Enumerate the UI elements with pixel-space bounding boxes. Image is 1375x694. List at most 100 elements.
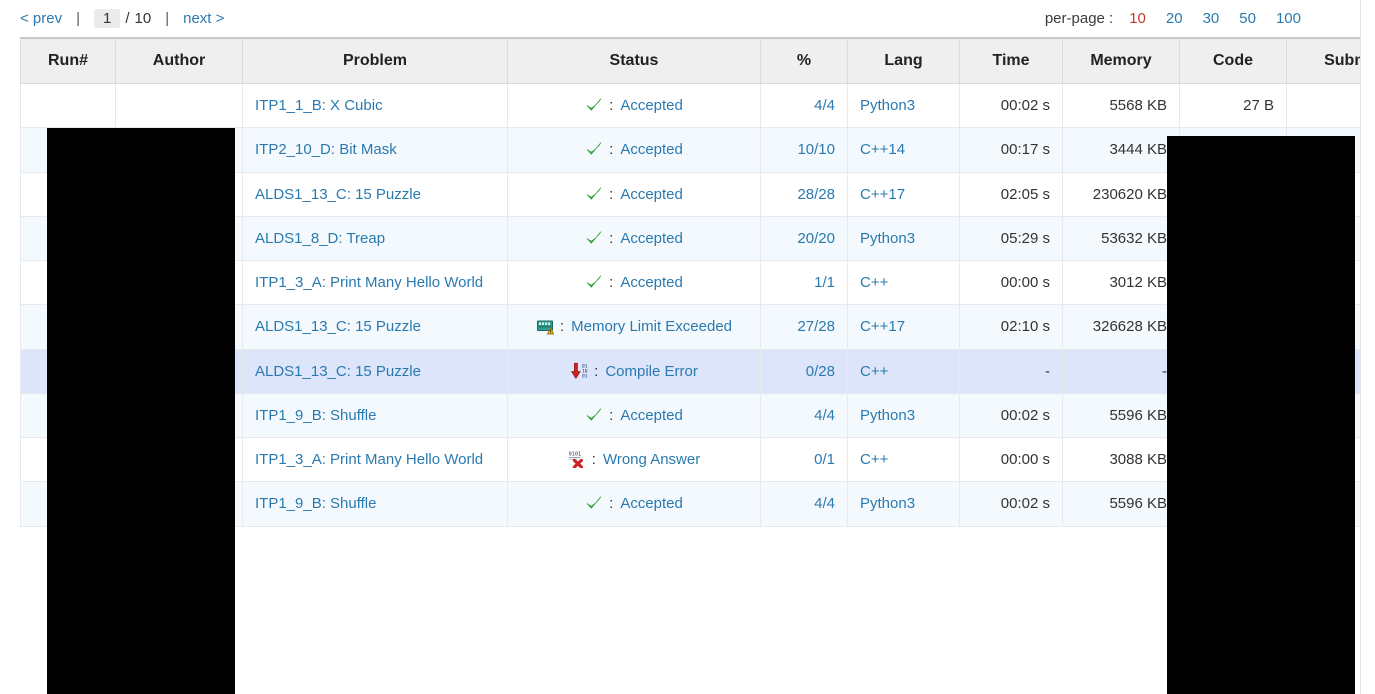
cell-lang[interactable]: C++ xyxy=(847,436,960,483)
status-label[interactable]: Accepted xyxy=(620,492,683,515)
per-page-option-20[interactable]: 20 xyxy=(1166,10,1183,27)
percent-link[interactable]: 28/28 xyxy=(797,186,835,203)
next-page-link[interactable]: next > xyxy=(183,10,224,27)
lang-link[interactable]: C++17 xyxy=(860,186,905,203)
percent-link[interactable]: 0/28 xyxy=(806,363,835,380)
column-header-status[interactable]: Status xyxy=(507,37,761,84)
column-header-run[interactable]: Run# xyxy=(20,37,116,84)
problem-link[interactable]: ITP1_9_B: Shuffle xyxy=(255,495,376,512)
prev-page-link[interactable]: < prev xyxy=(20,10,62,27)
cell-problem[interactable]: ALDS1_13_C: 15 Puzzle xyxy=(242,304,508,350)
problem-link[interactable]: ALDS1_8_D: Treap xyxy=(255,230,385,247)
cell-problem[interactable]: ITP1_9_B: Shuffle xyxy=(242,392,508,439)
per-page-option-100[interactable]: 100 xyxy=(1276,10,1301,27)
cell-problem[interactable]: ITP1_9_B: Shuffle xyxy=(242,481,508,527)
cell-status[interactable]: : Accepted xyxy=(507,82,761,129)
status-label[interactable]: Compile Error xyxy=(605,360,698,383)
cell-lang[interactable]: C++17 xyxy=(847,171,960,217)
cell-percent[interactable]: 28/28 xyxy=(760,171,848,217)
cell-percent[interactable]: 4/4 xyxy=(760,392,848,439)
cell-status[interactable]: : Accepted xyxy=(507,392,761,439)
status-label[interactable]: Accepted xyxy=(620,271,683,294)
percent-link[interactable]: 4/4 xyxy=(814,97,835,114)
cell-status[interactable]: : Accepted xyxy=(507,127,761,173)
cell-status[interactable]: : Accepted xyxy=(507,171,761,217)
cell-status[interactable]: : Accepted xyxy=(507,481,761,527)
problem-link[interactable]: ALDS1_13_C: 15 Puzzle xyxy=(255,318,421,335)
problem-link[interactable]: ITP1_3_A: Print Many Hello World xyxy=(255,451,483,468)
lang-link[interactable]: Python3 xyxy=(860,230,915,247)
cell-lang[interactable]: C++ xyxy=(847,348,960,394)
column-header-memory[interactable]: Memory xyxy=(1062,37,1180,84)
cell-percent[interactable]: 4/4 xyxy=(760,82,848,129)
cell-percent[interactable]: 1/1 xyxy=(760,259,848,306)
percent-link[interactable]: 10/10 xyxy=(797,141,835,158)
column-header-lang[interactable]: Lang xyxy=(847,37,960,84)
column-header-problem[interactable]: Problem xyxy=(242,37,508,84)
lang-link[interactable]: C++ xyxy=(860,363,888,380)
cell-status[interactable]: : Memory Limit Exceeded xyxy=(507,304,761,350)
lang-link[interactable]: Python3 xyxy=(860,97,915,114)
problem-link[interactable]: ALDS1_13_C: 15 Puzzle xyxy=(255,363,421,380)
lang-link[interactable]: C++ xyxy=(860,274,888,291)
per-page-option-50[interactable]: 50 xyxy=(1239,10,1256,27)
percent-link[interactable]: 1/1 xyxy=(814,274,835,291)
lang-link[interactable]: Python3 xyxy=(860,407,915,424)
cell-problem[interactable]: ITP1_3_A: Print Many Hello World xyxy=(242,436,508,483)
cell-lang[interactable]: C++17 xyxy=(847,304,960,350)
percent-link[interactable]: 20/20 xyxy=(797,230,835,247)
cell-lang[interactable]: Python3 xyxy=(847,392,960,439)
column-header-author[interactable]: Author xyxy=(115,37,243,84)
cell-percent[interactable]: 10/10 xyxy=(760,127,848,173)
lang-link[interactable]: Python3 xyxy=(860,495,915,512)
percent-link[interactable]: 27/28 xyxy=(797,318,835,335)
status-label[interactable]: Accepted xyxy=(620,138,683,161)
problem-link[interactable]: ITP1_1_B: X Cubic xyxy=(255,97,383,114)
cell-percent[interactable]: 27/28 xyxy=(760,304,848,350)
lang-link[interactable]: C++14 xyxy=(860,141,905,158)
percent-link[interactable]: 0/1 xyxy=(814,451,835,468)
cell-status[interactable]: : Accepted xyxy=(507,259,761,306)
status-label[interactable]: Accepted xyxy=(620,183,683,206)
status-label[interactable]: Wrong Answer xyxy=(603,448,700,471)
cell-status[interactable]: : Accepted xyxy=(507,215,761,262)
problem-link[interactable]: ALDS1_13_C: 15 Puzzle xyxy=(255,186,421,203)
lang-link[interactable]: C++17 xyxy=(860,318,905,335)
page-scroll-gutter[interactable] xyxy=(1361,0,1375,694)
cell-lang[interactable]: Python3 xyxy=(847,481,960,527)
cell-problem[interactable]: ALDS1_8_D: Treap xyxy=(242,215,508,262)
problem-link[interactable]: ITP2_10_D: Bit Mask xyxy=(255,141,397,158)
cell-percent[interactable]: 4/4 xyxy=(760,481,848,527)
cell-percent[interactable]: 0/1 xyxy=(760,436,848,483)
column-header-time[interactable]: Time xyxy=(959,37,1063,84)
cell-lang[interactable]: C++14 xyxy=(847,127,960,173)
table-row[interactable]: ITP1_1_B: X Cubic: Accepted 4/4 Python3 00:0… xyxy=(20,82,1375,129)
cell-status[interactable]: 0101: Wrong Answer xyxy=(507,436,761,483)
percent-link[interactable]: 4/4 xyxy=(814,407,835,424)
column-header-percent[interactable]: % xyxy=(760,37,848,84)
current-page-indicator[interactable]: 1 xyxy=(94,9,121,28)
status-label[interactable]: Accepted xyxy=(620,227,683,250)
cell-lang[interactable]: Python3 xyxy=(847,82,960,129)
lang-link[interactable]: C++ xyxy=(860,451,888,468)
status-label[interactable]: Accepted xyxy=(620,94,683,117)
cell-problem[interactable]: ITP1_1_B: X Cubic xyxy=(242,82,508,129)
cell-problem[interactable]: ITP1_3_A: Print Many Hello World xyxy=(242,259,508,306)
status-label[interactable]: Memory Limit Exceeded xyxy=(571,315,732,338)
cell-percent[interactable]: 20/20 xyxy=(760,215,848,262)
problem-link[interactable]: ITP1_3_A: Print Many Hello World xyxy=(255,274,483,291)
per-page-option-30[interactable]: 30 xyxy=(1203,10,1220,27)
cell-problem[interactable]: ALDS1_13_C: 15 Puzzle xyxy=(242,348,508,394)
cell-author[interactable] xyxy=(115,82,243,129)
status-label[interactable]: Accepted xyxy=(620,404,683,427)
cell-lang[interactable]: C++ xyxy=(847,259,960,306)
cell-problem[interactable]: ALDS1_13_C: 15 Puzzle xyxy=(242,171,508,217)
per-page-option-10[interactable]: 10 xyxy=(1129,10,1146,27)
cell-problem[interactable]: ITP2_10_D: Bit Mask xyxy=(242,127,508,173)
cell-status[interactable]: 01 10 01: Compile Error xyxy=(507,348,761,394)
cell-percent[interactable]: 0/28 xyxy=(760,348,848,394)
percent-link[interactable]: 4/4 xyxy=(814,495,835,512)
column-header-code[interactable]: Code xyxy=(1179,37,1287,84)
problem-link[interactable]: ITP1_9_B: Shuffle xyxy=(255,407,376,424)
cell-lang[interactable]: Python3 xyxy=(847,215,960,262)
